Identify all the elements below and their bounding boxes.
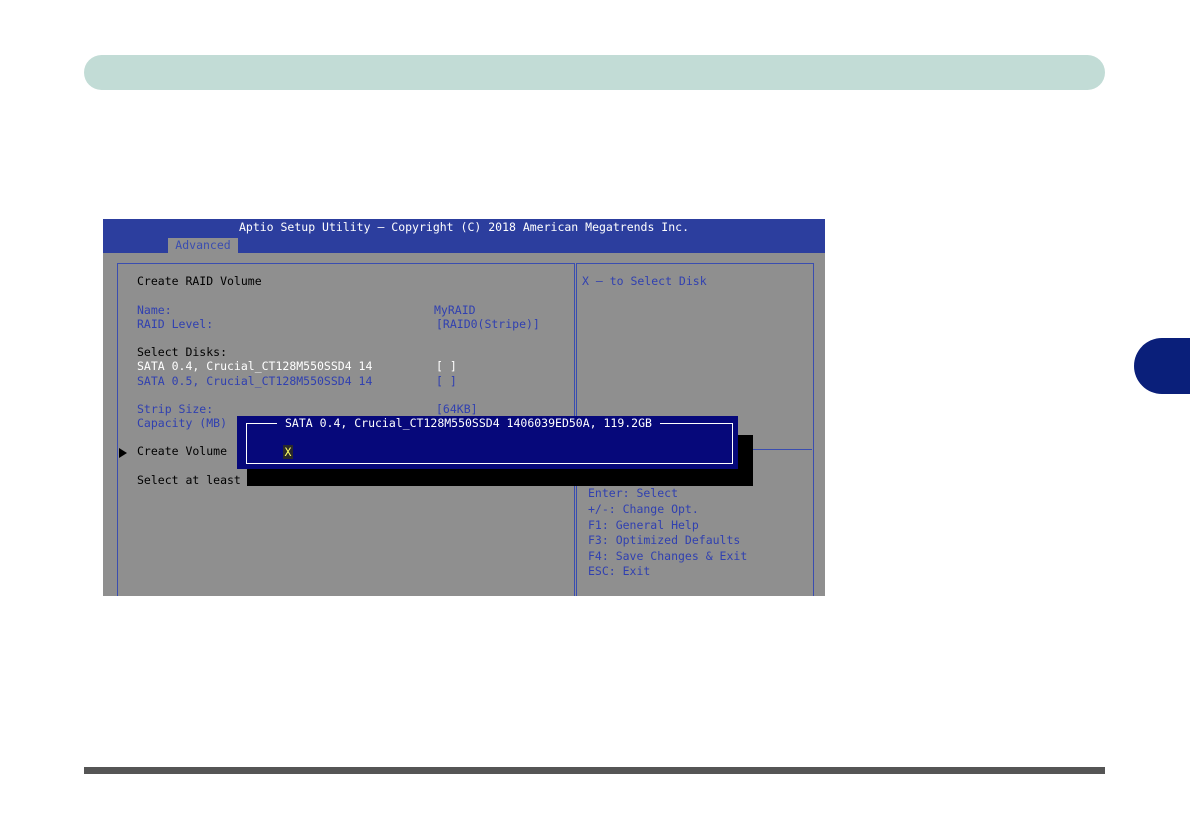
raid-level-label: RAID Level: xyxy=(137,317,214,331)
strip-size-label: Strip Size: xyxy=(137,402,214,416)
create-volume-item[interactable]: Create Volume xyxy=(137,444,227,458)
submenu-arrow-icon xyxy=(119,448,127,458)
footer-rule xyxy=(84,767,1105,774)
name-label: Name: xyxy=(137,303,172,317)
popup-option-x[interactable]: X xyxy=(283,445,293,459)
disk-item-label[interactable]: SATA 0.5, Crucial_CT128M550SSD4 14 xyxy=(137,374,372,388)
raid-level-value[interactable]: [RAID0(Stripe)] xyxy=(436,317,540,331)
key-hint: Enter: Select xyxy=(588,486,679,500)
section-title: Create RAID Volume xyxy=(137,274,262,288)
key-hint: ESC: Exit xyxy=(588,564,651,578)
key-hint: F1: General Help xyxy=(588,518,699,532)
bios-screen: Aptio Setup Utility – Copyright (C) 2018… xyxy=(103,219,825,596)
chapter-tab xyxy=(1134,338,1190,394)
bios-title: Aptio Setup Utility – Copyright (C) 2018… xyxy=(238,220,690,234)
key-hint: F3: Optimized Defaults xyxy=(588,533,741,547)
name-value[interactable]: MyRAID xyxy=(434,303,476,317)
key-hint: F4: Save Changes & Exit xyxy=(588,549,748,563)
key-hint: +/-: Change Opt. xyxy=(588,502,699,516)
capacity-label: Capacity (MB) xyxy=(137,416,228,430)
help-text: X – to Select Disk xyxy=(582,274,707,288)
tab-advanced[interactable]: Advanced xyxy=(168,238,238,253)
disk-select-popup: SATA 0.4, Crucial_CT128M550SSD4 1406039E… xyxy=(237,416,738,469)
select-disks-label: Select Disks: xyxy=(137,345,228,359)
disk-item-checkbox[interactable]: [ ] xyxy=(436,374,457,388)
bios-header: Aptio Setup Utility – Copyright (C) 2018… xyxy=(103,219,825,253)
disk-item-checkbox[interactable]: [ ] xyxy=(436,359,457,373)
popup-title: SATA 0.4, Crucial_CT128M550SSD4 1406039E… xyxy=(277,416,660,430)
strip-size-value[interactable]: [64KB] xyxy=(436,402,478,416)
page-header-bar xyxy=(84,55,1105,90)
disk-item-label[interactable]: SATA 0.4, Crucial_CT128M550SSD4 14 xyxy=(137,359,372,373)
